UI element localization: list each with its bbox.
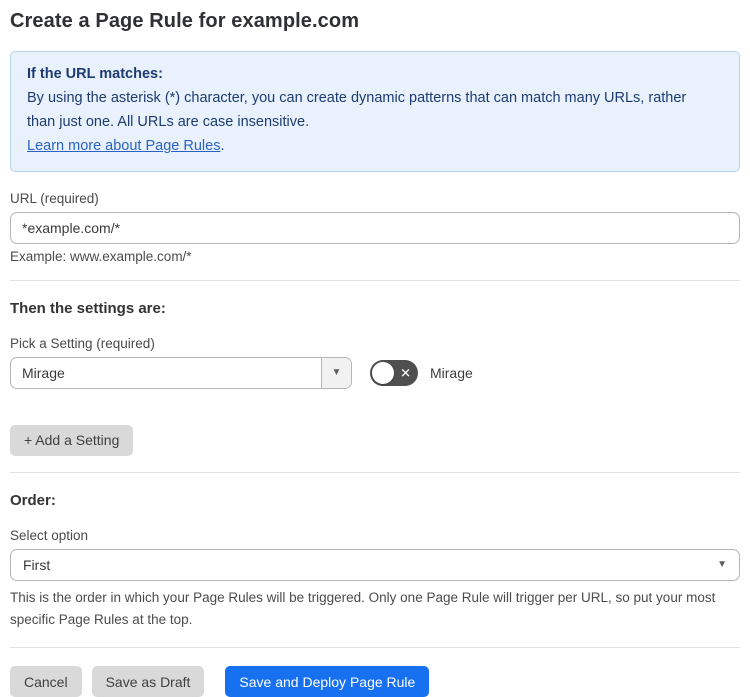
order-helper-text: This is the order in which your Page Rul… [10, 589, 716, 627]
cancel-button[interactable]: Cancel [10, 666, 82, 697]
page-title: Create a Page Rule for example.com [10, 10, 360, 32]
setting-dropdown-value: Mirage [22, 364, 65, 381]
save-draft-button[interactable]: Save as Draft [91, 666, 205, 697]
pick-setting-label: Pick a Setting (required) [10, 335, 155, 351]
order-section-heading: Order: [10, 491, 56, 509]
setting-dropdown[interactable]: Mirage ▼ [10, 356, 352, 389]
url-field-label: URL (required) [10, 190, 99, 206]
mirage-toggle[interactable]: ✕ [370, 359, 418, 386]
settings-section-heading: Then the settings are: [10, 299, 166, 317]
url-example-helper: Example: www.example.com/* [10, 248, 192, 264]
setting-dropdown-button[interactable]: ▼ [321, 357, 351, 388]
footer-button-row: Cancel Save as Draft Save and Deploy Pag… [10, 666, 740, 697]
divider [10, 471, 740, 473]
info-box-heading: If the URL matches: [27, 66, 163, 82]
toggle-knob [372, 361, 394, 384]
add-setting-button[interactable]: + Add a Setting [10, 424, 134, 456]
info-box-link-line: Learn more about Page Rules. [27, 135, 723, 158]
url-match-info-box: If the URL matches: By using the asteris… [10, 51, 740, 172]
chevron-down-icon: ▼ [331, 366, 342, 378]
url-input[interactable] [10, 211, 740, 244]
learn-more-link[interactable]: Learn more about Page Rules [27, 138, 220, 154]
divider [10, 647, 740, 649]
toggle-label: Mirage [430, 364, 473, 381]
link-period: . [220, 138, 225, 155]
chevron-down-icon: ▼ [717, 558, 727, 570]
setting-row: Mirage ▼ ✕ Mirage [10, 356, 740, 389]
toggle-off-x-icon: ✕ [400, 365, 411, 381]
select-option-label: Select option [10, 527, 89, 543]
info-box-body: By using the asterisk (*) character, you… [27, 90, 687, 130]
order-select[interactable]: First ▼ [10, 548, 740, 581]
divider [10, 279, 740, 281]
order-select-value: First [23, 556, 51, 573]
save-deploy-button[interactable]: Save and Deploy Page Rule [225, 666, 430, 697]
